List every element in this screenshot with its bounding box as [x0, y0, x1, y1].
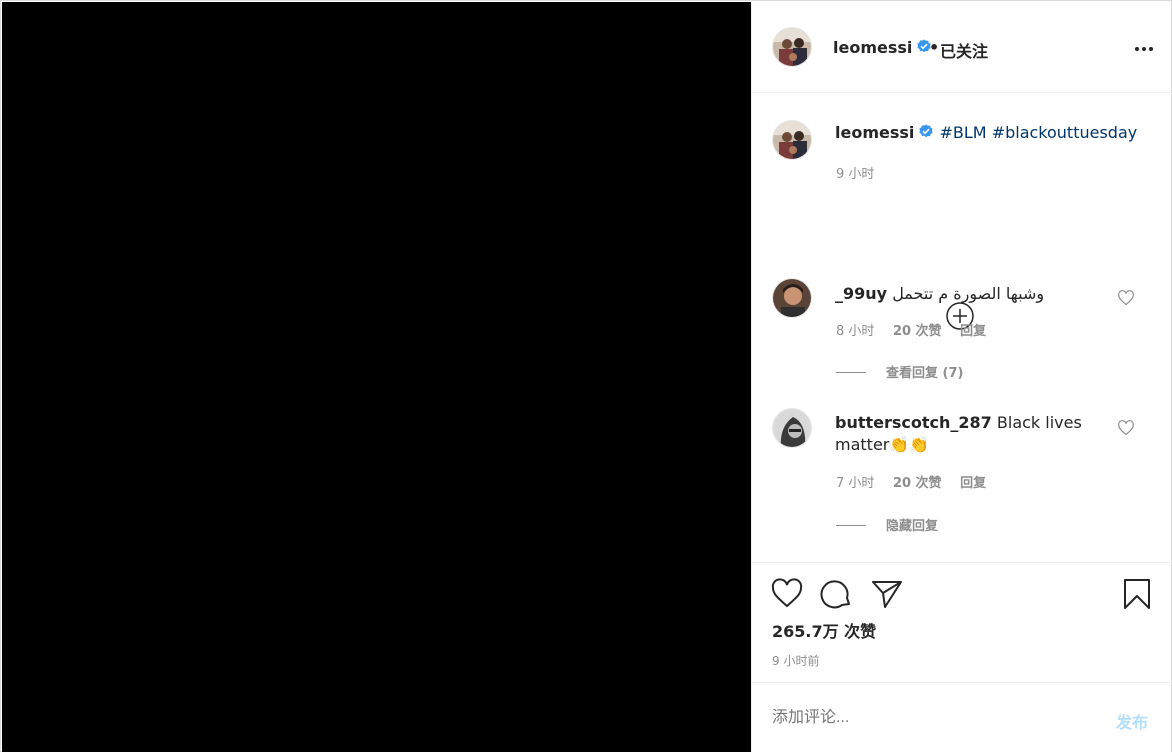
following-button[interactable]: 已关注: [940, 38, 988, 62]
comment-reply-button[interactable]: 回复: [960, 324, 986, 339]
view-replies-toggle[interactable]: 查看回复 (7): [836, 362, 963, 381]
author-username[interactable]: leomessi: [833, 38, 932, 57]
comment-reply-button[interactable]: 回复: [960, 476, 986, 491]
comment-time[interactable]: 8 小时: [836, 324, 874, 339]
comment-like-heart-icon[interactable]: [1117, 420, 1135, 436]
comment-likes-count[interactable]: 20 次赞: [893, 476, 942, 491]
comment-username[interactable]: _99uy: [835, 284, 887, 303]
view-replies-label[interactable]: 查看回复 (7): [886, 366, 963, 381]
post-dialog: leomessi • 已关注 leomessi #BLM #blackouttu…: [0, 0, 1172, 752]
hashtag-link[interactable]: #blackouttuesday: [992, 123, 1138, 142]
verified-badge-icon: [919, 124, 933, 138]
comment-body: butterscotch_287 Black lives matter👏👏: [835, 412, 1085, 456]
comment-input[interactable]: [772, 709, 1072, 727]
commenter-avatar[interactable]: [772, 408, 812, 448]
comment-time[interactable]: 7 小时: [836, 476, 874, 491]
post-side-panel: leomessi • 已关注 leomessi #BLM #blackouttu…: [751, 2, 1172, 752]
like-heart-icon[interactable]: [770, 577, 804, 611]
hashtag-link[interactable]: #BLM: [939, 123, 986, 142]
comment-meta: 7 小时 20 次赞 回复: [836, 472, 1000, 491]
hide-replies-toggle[interactable]: 隐藏回复: [836, 515, 938, 534]
comment-text: وشبها الصورة م تتحمل: [892, 284, 1045, 303]
post-timestamp[interactable]: 9 小时前: [772, 652, 819, 669]
post-comment-button[interactable]: 发布: [1116, 709, 1148, 733]
share-paper-plane-icon[interactable]: [870, 577, 904, 611]
likes-count[interactable]: 265.7万 次赞: [772, 618, 876, 642]
comment-likes-count[interactable]: 20 次赞: [893, 324, 942, 339]
caption-time[interactable]: 9 小时: [836, 163, 874, 182]
post-media-black-image[interactable]: [2, 2, 751, 752]
header-separator: •: [929, 38, 940, 57]
save-bookmark-icon[interactable]: [1120, 577, 1154, 611]
comment-username[interactable]: butterscotch_287: [835, 413, 992, 432]
caption-username[interactable]: leomessi: [835, 123, 914, 142]
post-header: leomessi • 已关注: [752, 2, 1172, 93]
hide-replies-label[interactable]: 隐藏回复: [886, 519, 938, 534]
caption-avatar[interactable]: [772, 120, 812, 160]
more-options-icon[interactable]: [1132, 39, 1156, 59]
author-avatar[interactable]: [772, 27, 812, 67]
replies-divider: [836, 372, 866, 373]
comment-bubble-icon[interactable]: [820, 577, 854, 611]
comment-meta: 8 小时 20 次赞 回复: [836, 320, 1000, 339]
caption-text: leomessi #BLM #blackouttuesday: [835, 123, 1137, 142]
author-username-text[interactable]: leomessi: [833, 38, 912, 57]
add-comment-bar: 发布: [752, 682, 1172, 752]
replies-divider: [836, 525, 866, 526]
comment-body: _99uy وشبها الصورة م تتحمل: [835, 284, 1044, 303]
comment-like-heart-icon[interactable]: [1117, 290, 1135, 306]
commenter-avatar[interactable]: [772, 278, 812, 318]
